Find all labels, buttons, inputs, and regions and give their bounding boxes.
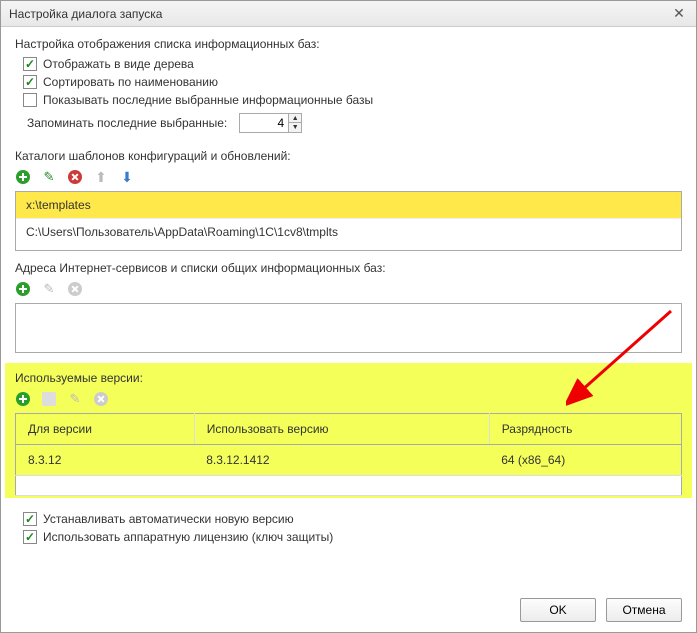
- versions-section-label: Используемые версии:: [15, 371, 682, 385]
- services-delete-button: [67, 281, 83, 297]
- versions-col-for[interactable]: Для версии: [16, 414, 195, 445]
- services-add-button[interactable]: [15, 281, 31, 297]
- spinner-up-icon[interactable]: ▲: [289, 114, 301, 123]
- remember-input[interactable]: [240, 114, 288, 132]
- list-item[interactable]: x:\templates: [16, 192, 681, 219]
- plus-icon: [16, 282, 30, 296]
- templates-toolbar: ✎ ⬆ ⬇: [15, 169, 682, 185]
- recent-checkbox-label: Показывать последние выбранные информаци…: [43, 93, 373, 107]
- versions-block: Используемые версии: ✎ Для версии Исполь…: [5, 363, 692, 498]
- versions-add-button[interactable]: [15, 391, 31, 407]
- services-section-label: Адреса Интернет-сервисов и списки общих …: [15, 261, 682, 275]
- recent-checkbox[interactable]: [23, 93, 37, 107]
- close-icon[interactable]: ✕: [670, 5, 688, 23]
- display-section-label: Настройка отображения списка информацион…: [15, 37, 682, 51]
- versions-table: Для версии Использовать версию Разряднос…: [15, 413, 682, 496]
- versions-edit-button: ✎: [67, 391, 83, 407]
- auto-update-checkbox[interactable]: [23, 512, 37, 526]
- templates-listbox[interactable]: x:\templates C:\Users\Пользователь\AppDa…: [15, 191, 682, 251]
- versions-delete-button: [93, 391, 109, 407]
- hw-license-checkbox[interactable]: [23, 530, 37, 544]
- templates-edit-button[interactable]: ✎: [41, 169, 57, 185]
- spinner-down-icon[interactable]: ▼: [289, 123, 301, 132]
- cell-arch: 64 (x86_64): [489, 445, 681, 476]
- dialog-window: Настройка диалога запуска ✕ Настройка от…: [0, 0, 697, 633]
- tree-checkbox-label: Отображать в виде дерева: [43, 57, 194, 71]
- sort-checkbox-label: Сортировать по наименованию: [43, 75, 218, 89]
- templates-moveup-button[interactable]: ⬆: [93, 169, 109, 185]
- titlebar: Настройка диалога запуска ✕: [1, 1, 696, 27]
- content-area: Настройка отображения списка информацион…: [1, 27, 696, 558]
- cell-use: 8.3.12.1412: [194, 445, 489, 476]
- services-listbox[interactable]: [15, 303, 682, 353]
- cancel-button[interactable]: Отмена: [606, 598, 682, 622]
- templates-section-label: Каталоги шаблонов конфигураций и обновле…: [15, 149, 682, 163]
- window-title: Настройка диалога запуска: [9, 7, 670, 21]
- hw-license-label: Использовать аппаратную лицензию (ключ з…: [43, 530, 333, 544]
- list-item[interactable]: C:\Users\Пользователь\AppData\Roaming\1C…: [16, 219, 681, 245]
- footer-buttons: OK Отмена: [520, 598, 682, 622]
- versions-toolbar: ✎: [15, 391, 682, 407]
- services-edit-button: ✎: [41, 281, 57, 297]
- versions-disk-button: [41, 391, 57, 407]
- disk-icon: [42, 392, 56, 406]
- ok-button[interactable]: OK: [520, 598, 596, 622]
- sort-checkbox[interactable]: [23, 75, 37, 89]
- table-row-empty: [16, 476, 682, 496]
- tree-checkbox[interactable]: [23, 57, 37, 71]
- versions-col-use[interactable]: Использовать версию: [194, 414, 489, 445]
- auto-update-label: Устанавливать автоматически новую версию: [43, 512, 294, 526]
- templates-movedown-button[interactable]: ⬇: [119, 169, 135, 185]
- cell-for: 8.3.12: [16, 445, 195, 476]
- templates-delete-button[interactable]: [67, 169, 83, 185]
- services-toolbar: ✎: [15, 281, 682, 297]
- templates-add-button[interactable]: [15, 169, 31, 185]
- versions-col-arch[interactable]: Разрядность: [489, 414, 681, 445]
- table-row[interactable]: 8.3.12 8.3.12.1412 64 (x86_64): [16, 445, 682, 476]
- delete-icon: [68, 170, 82, 184]
- remember-label: Запоминать последние выбранные:: [27, 116, 227, 130]
- plus-icon: [16, 392, 30, 406]
- plus-icon: [16, 170, 30, 184]
- remember-spinner[interactable]: ▲ ▼: [239, 113, 302, 133]
- delete-icon: [68, 282, 82, 296]
- delete-icon: [94, 392, 108, 406]
